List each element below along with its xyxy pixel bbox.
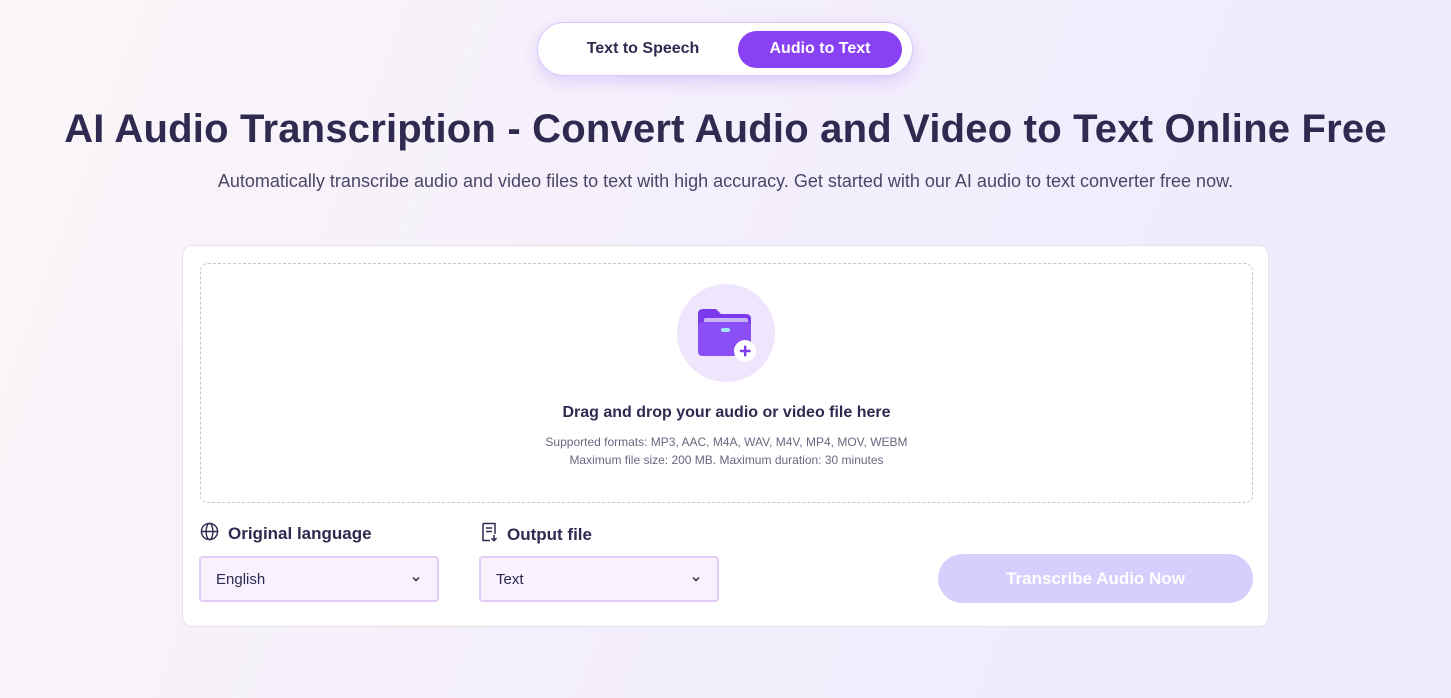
page-subtitle: Automatically transcribe audio and video…	[217, 171, 1234, 191]
globe-icon	[200, 522, 219, 546]
file-limits-note: Maximum file size: 200 MB. Maximum durat…	[569, 453, 884, 467]
file-dropzone[interactable]: Drag and drop your audio or video file h…	[200, 263, 1253, 503]
output-file-label: Output file	[480, 522, 592, 547]
folder-plus-icon	[677, 284, 775, 382]
tab-text-to-speech[interactable]: Text to Speech	[548, 31, 738, 68]
output-select-value: Text	[496, 570, 524, 588]
output-format-select[interactable]: Text	[479, 556, 719, 602]
mode-tab-switcher: Text to Speech Audio to Text	[537, 22, 913, 76]
transcription-card: Drag and drop your audio or video file h…	[182, 245, 1269, 627]
output-file-text: Output file	[507, 524, 592, 544]
chevron-down-icon	[692, 576, 700, 582]
language-select-value: English	[216, 570, 266, 588]
dropzone-title: Drag and drop your audio or video file h…	[562, 404, 891, 421]
document-icon	[480, 522, 498, 547]
original-language-text: Original language	[228, 524, 372, 543]
chevron-down-icon	[412, 576, 420, 582]
language-select[interactable]: English	[199, 556, 439, 602]
tab-audio-to-text[interactable]: Audio to Text	[738, 30, 902, 68]
original-language-label: Original language	[200, 522, 372, 546]
page-title: AI Audio Transcription - Convert Audio a…	[64, 107, 1387, 151]
supported-formats-note: Supported formats: MP3, AAC, M4A, WAV, M…	[545, 435, 908, 449]
transcribe-button[interactable]: Transcribe Audio Now	[938, 554, 1253, 603]
